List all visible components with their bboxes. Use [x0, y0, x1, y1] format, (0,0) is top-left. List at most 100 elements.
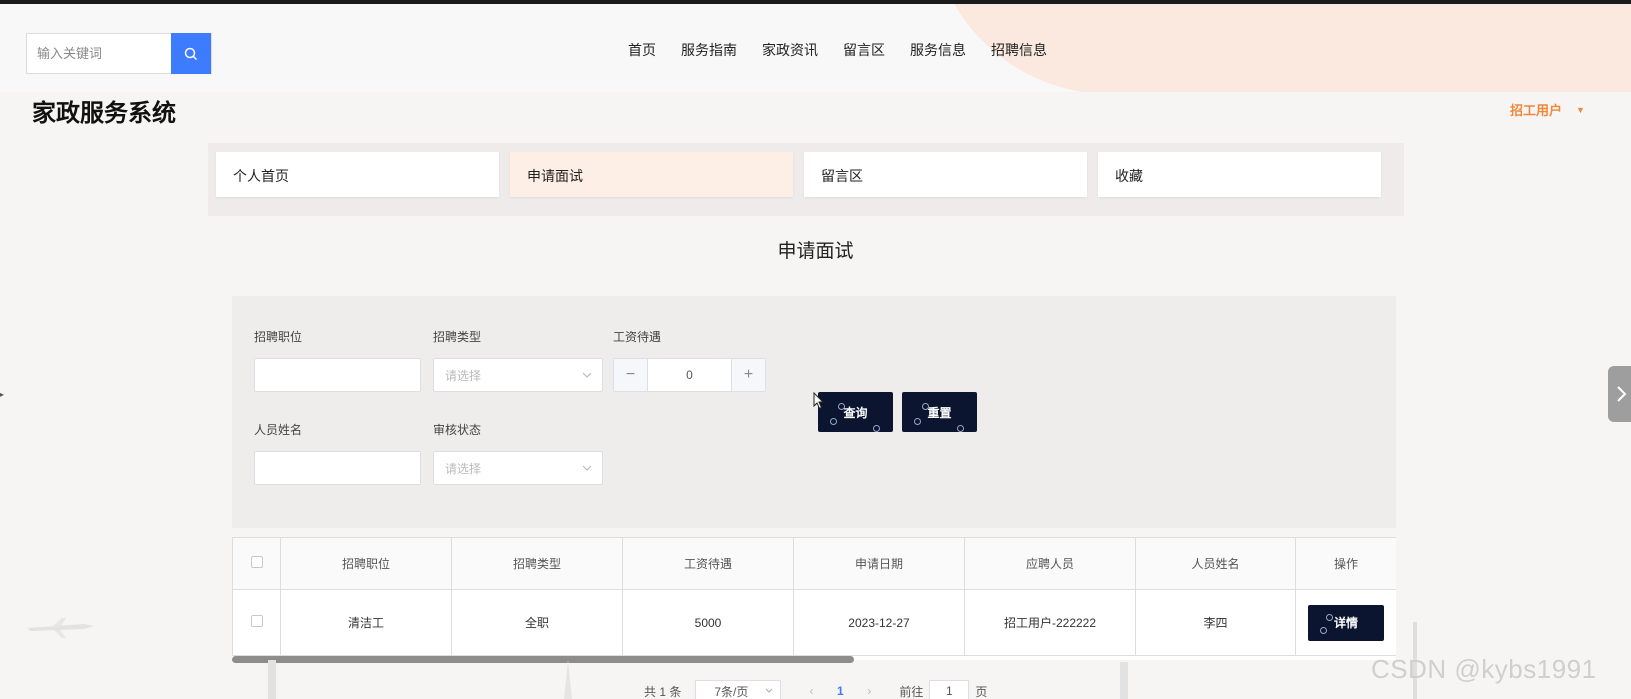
bubble-decoration	[957, 425, 964, 432]
tab-label: 申请面试	[527, 168, 583, 184]
bubble-decoration	[922, 403, 929, 410]
bubble-decoration	[830, 418, 837, 425]
search-icon	[184, 47, 198, 60]
header: 首页 服务指南 家政资讯 留言区 服务信息 招聘信息	[0, 4, 1631, 92]
detail-button-label: 详情	[1333, 616, 1358, 630]
search-button[interactable]	[171, 33, 211, 74]
row-select-cell	[232, 589, 281, 656]
detail-button[interactable]: 详情	[1308, 604, 1384, 641]
nav-item-messages[interactable]: 留言区	[843, 40, 885, 60]
airplane-decoration-icon	[28, 618, 94, 638]
type-select[interactable]: 请选择	[433, 358, 603, 392]
query-button[interactable]: 查询	[818, 392, 893, 432]
column-header[interactable]: 工资待遇	[622, 537, 794, 590]
pagination: 共 1 条 7条/页 ‹ 1 › 前往 1 页	[644, 680, 987, 699]
pagination-total: 共 1 条	[644, 684, 682, 699]
goto-input[interactable]: 1	[929, 680, 970, 699]
cell-action: 详情	[1295, 589, 1396, 656]
cell-date: 2023-12-27	[793, 589, 965, 656]
nav-item-news[interactable]: 家政资讯	[762, 40, 818, 60]
bubble-decoration	[914, 418, 921, 425]
tab-personal-home[interactable]: 个人首页	[216, 152, 499, 197]
page-heading: 申请面试	[777, 241, 854, 262]
column-header[interactable]: 应聘人员	[964, 537, 1136, 590]
tower-decoration-icon	[268, 660, 276, 699]
position-input[interactable]	[254, 358, 421, 392]
bubble-decoration	[1320, 626, 1327, 634]
cell-applicant: 招工用户-222222	[964, 589, 1136, 656]
reset-button[interactable]: 重置	[902, 392, 977, 432]
search-input[interactable]	[27, 34, 171, 73]
salary-value[interactable]: 0	[648, 359, 731, 391]
nav-item-service-info[interactable]: 服务信息	[910, 40, 966, 60]
type-label: 招聘类型	[433, 330, 482, 344]
name-label: 人员姓名	[254, 423, 303, 437]
status-label: 审核状态	[433, 423, 482, 437]
chevron-down-icon	[582, 465, 592, 471]
bubble-decoration	[873, 425, 880, 432]
select-all-checkbox[interactable]	[250, 556, 263, 568]
prev-page-button[interactable]: ‹	[801, 684, 821, 698]
chevron-down-icon	[765, 688, 773, 693]
tower-decoration-icon	[1120, 662, 1128, 699]
bubble-decoration	[1326, 613, 1333, 621]
select-all-cell	[232, 537, 281, 590]
site-title: 家政服务系统	[32, 100, 176, 127]
mouse-cursor-icon	[813, 392, 825, 410]
type-placeholder: 请选择	[445, 368, 482, 383]
nav-item-service-guide[interactable]: 服务指南	[681, 40, 737, 60]
status-select[interactable]: 请选择	[433, 451, 603, 485]
side-expand-button[interactable]	[1608, 366, 1631, 422]
status-placeholder: 请选择	[445, 461, 482, 476]
cell-salary: 5000	[622, 589, 794, 656]
applications-table: 招聘职位 招聘类型 工资待遇 申请日期 应聘人员 人员姓名 操作 清洁工 全职 …	[232, 537, 1396, 660]
search-box	[26, 33, 212, 74]
cell-position: 清洁工	[280, 589, 452, 656]
tower-decoration-icon	[564, 660, 572, 699]
collapse-caret-icon[interactable]: ▸	[0, 390, 4, 399]
user-menu-label: 招工用户	[1510, 103, 1563, 118]
table-row: 清洁工 全职 5000 2023-12-27 招工用户-222222 李四 详情	[232, 589, 1396, 656]
column-header: 操作	[1295, 537, 1396, 590]
salary-stepper: − 0 +	[613, 358, 766, 392]
name-input[interactable]	[254, 451, 421, 485]
column-header[interactable]: 招聘职位	[280, 537, 452, 590]
column-header[interactable]: 招聘类型	[451, 537, 623, 590]
cell-type: 全职	[451, 589, 623, 656]
goto-label: 前往	[899, 684, 924, 699]
column-header[interactable]: 申请日期	[793, 537, 965, 590]
page-number[interactable]: 1	[827, 684, 853, 698]
watermark: CSDN @kybs1991	[1371, 654, 1597, 684]
cell-name: 李四	[1135, 589, 1296, 656]
nav-item-home[interactable]: 首页	[628, 40, 656, 60]
page-size-select[interactable]: 7条/页	[695, 680, 782, 699]
bubble-decoration	[838, 403, 845, 410]
tab-messages[interactable]: 留言区	[804, 152, 1087, 197]
page-size-value: 7条/页	[714, 684, 749, 699]
query-button-label: 查询	[843, 405, 868, 420]
salary-label: 工资待遇	[613, 330, 662, 344]
filter-panel: 招聘职位 招聘类型 请选择 工资待遇 − 0 + 人员姓名 审核状态 请选择 查…	[232, 296, 1396, 528]
goto-suffix: 页	[975, 684, 988, 699]
tab-favorites[interactable]: 收藏	[1098, 152, 1381, 197]
tab-apply-interview[interactable]: 申请面试	[510, 152, 793, 197]
position-label: 招聘职位	[254, 330, 303, 344]
nav-item-recruitment[interactable]: 招聘信息	[991, 40, 1047, 60]
caret-down-icon: ▼	[1576, 105, 1585, 115]
horizontal-scrollbar[interactable]	[232, 656, 854, 663]
reset-button-label: 重置	[927, 405, 952, 420]
tab-label: 留言区	[821, 168, 863, 184]
column-header[interactable]: 人员姓名	[1135, 537, 1296, 590]
tab-label: 收藏	[1115, 168, 1143, 184]
tab-label: 个人首页	[233, 168, 289, 184]
main-nav: 首页 服务指南 家政资讯 留言区 服务信息 招聘信息	[628, 40, 1072, 60]
chevron-down-icon	[582, 372, 592, 378]
chevron-right-icon	[1617, 386, 1627, 402]
table-header-row: 招聘职位 招聘类型 工资待遇 申请日期 应聘人员 人员姓名 操作	[232, 537, 1396, 590]
row-checkbox[interactable]	[250, 615, 263, 627]
increment-button[interactable]: +	[731, 359, 765, 391]
user-menu[interactable]: 招工用户 ▼	[1510, 100, 1585, 119]
next-page-button[interactable]: ›	[859, 684, 879, 698]
center-tabs: 个人首页 申请面试 留言区 收藏	[208, 143, 1404, 216]
decrement-button[interactable]: −	[614, 359, 648, 391]
